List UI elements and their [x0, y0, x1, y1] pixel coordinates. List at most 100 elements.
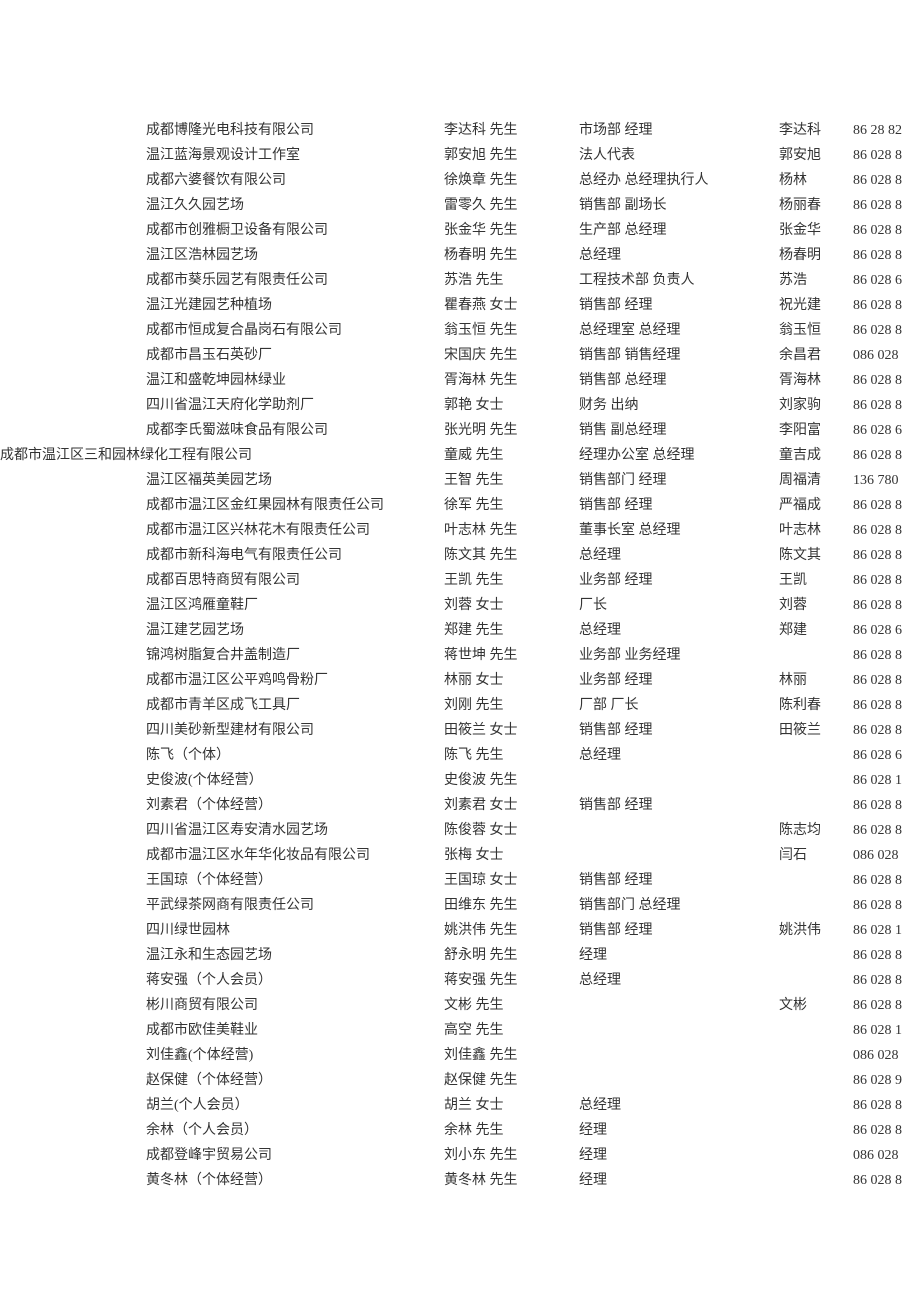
dept-cell: 经理: [579, 1170, 779, 1192]
company-cell: 四川省温江区寿安清水园艺场: [0, 820, 444, 842]
table-row: 成都市温江区兴林花木有限责任公司叶志林 先生董事长室 总经理叶志林86 028 …: [0, 518, 920, 543]
phone-cell: 86 028 8: [853, 195, 920, 217]
phone-cell: 86 028 8: [853, 795, 920, 817]
dept-cell: 销售部 经理: [579, 720, 779, 742]
table-row: 温江光建园艺种植场瞿春燕 女士销售部 经理祝光建86 028 8: [0, 293, 920, 318]
dept-cell: 厂长: [579, 595, 779, 617]
company-cell: 温江永和生态园艺场: [0, 945, 444, 967]
table-row: 彬川商贸有限公司文彬 先生文彬86 028 8: [0, 993, 920, 1018]
phone-cell: 86 028 8: [853, 1095, 920, 1117]
table-row: 成都市昌玉石英砂厂宋国庆 先生销售部 销售经理余昌君086 028: [0, 343, 920, 368]
dept-cell: 总经理: [579, 245, 779, 267]
table-row: 四川美砂新型建材有限公司田筱兰 女士销售部 经理田筱兰86 028 8: [0, 718, 920, 743]
contact-cell: 张梅 女士: [444, 845, 579, 867]
company-cell: 黄冬林（个体经营）: [0, 1170, 444, 1192]
company-cell: 成都市温江区水年华化妆品有限公司: [0, 845, 444, 867]
company-cell: 成都市温江区兴林花木有限责任公司: [0, 520, 444, 542]
dept-cell: 财务 出纳: [579, 395, 779, 417]
leader-cell: 叶志林: [779, 520, 853, 542]
phone-cell: 86 028 1: [853, 1020, 920, 1042]
phone-cell: 86 028 8: [853, 995, 920, 1017]
company-cell: 王国琼（个体经营）: [0, 870, 444, 892]
phone-cell: 86 028 1: [853, 920, 920, 942]
table-row: 王国琼（个体经营）王国琼 女士销售部 经理86 028 8: [0, 868, 920, 893]
company-cell: 成都市欧佳美鞋业: [0, 1020, 444, 1042]
dept-cell: 销售部 经理: [579, 495, 779, 517]
contact-cell: 雷零久 先生: [444, 195, 579, 217]
company-cell: 陈飞（个体）: [0, 745, 444, 767]
contact-cell: 王凯 先生: [444, 570, 579, 592]
company-cell: 刘素君（个体经营）: [0, 795, 444, 817]
phone-cell: 86 028 8: [853, 945, 920, 967]
company-cell: 刘佳鑫(个体经营): [0, 1045, 444, 1067]
table-row: 成都市温江区公平鸡鸣骨粉厂林丽 女士业务部 经理林丽86 028 8: [0, 668, 920, 693]
leader-cell: 祝光建: [779, 295, 853, 317]
table-row: 成都市温江区金红果园林有限责任公司徐军 先生销售部 经理严福成86 028 8: [0, 493, 920, 518]
phone-cell: 86 028 8: [853, 670, 920, 692]
phone-cell: 86 028 8: [853, 295, 920, 317]
contact-cell: 张光明 先生: [444, 420, 579, 442]
phone-cell: 86 028 6: [853, 620, 920, 642]
table-row: 温江久久园艺场雷零久 先生销售部 副场长杨丽春86 028 8: [0, 193, 920, 218]
company-cell: 温江区鸿雁童鞋厂: [0, 595, 444, 617]
table-row: 平武绿茶网商有限责任公司田维东 先生销售部门 总经理86 028 8: [0, 893, 920, 918]
table-row: 锦鸿树脂复合井盖制造厂蒋世坤 先生业务部 业务经理86 028 8: [0, 643, 920, 668]
phone-cell: 86 28 82: [853, 120, 920, 142]
leader-cell: 李阳富: [779, 420, 853, 442]
leader-cell: 姚洪伟: [779, 920, 853, 942]
table-row: 成都李氏蜀滋味食品有限公司张光明 先生销售 副总经理李阳富86 028 6: [0, 418, 920, 443]
phone-cell: 86 028 8: [853, 870, 920, 892]
dept-cell: 经理: [579, 1120, 779, 1142]
dept-cell: 业务部 业务经理: [579, 645, 779, 667]
contact-cell: 高空 先生: [444, 1020, 579, 1042]
phone-cell: 86 028 8: [853, 320, 920, 342]
phone-cell: 86 028 8: [853, 695, 920, 717]
phone-cell: 86 028 8: [853, 895, 920, 917]
company-cell: 成都市葵乐园艺有限责任公司: [0, 270, 444, 292]
phone-cell: 86 028 8: [853, 545, 920, 567]
table-row: 成都市青羊区成飞工具厂刘刚 先生厂部 厂长陈利春86 028 8: [0, 693, 920, 718]
dept-cell: 销售部 经理: [579, 795, 779, 817]
company-cell: 温江建艺园艺场: [0, 620, 444, 642]
phone-cell: 86 028 8: [853, 645, 920, 667]
leader-cell: 胥海林: [779, 370, 853, 392]
contact-cell: 童威 先生: [444, 445, 579, 467]
company-cell: 赵保健（个体经营）: [0, 1070, 444, 1092]
contact-cell: 姚洪伟 先生: [444, 920, 579, 942]
phone-cell: 86 028 8: [853, 395, 920, 417]
leader-cell: 郭安旭: [779, 145, 853, 167]
dept-cell: 经理: [579, 1145, 779, 1167]
table-row: 成都市温江区三和园林绿化工程有限公司童威 先生经理办公室 总经理童吉成86 02…: [0, 443, 920, 468]
table-row: 成都百思特商贸有限公司王凯 先生业务部 经理王凯86 028 8: [0, 568, 920, 593]
table-row: 黄冬林（个体经营）黄冬林 先生经理86 028 8: [0, 1168, 920, 1193]
leader-cell: 陈利春: [779, 695, 853, 717]
table-row: 四川省温江区寿安清水园艺场陈俊蓉 女士陈志均86 028 8: [0, 818, 920, 843]
table-row: 温江区福英美园艺场王智 先生销售部门 经理周福清136 780: [0, 468, 920, 493]
contact-cell: 舒永明 先生: [444, 945, 579, 967]
leader-cell: 文彬: [779, 995, 853, 1017]
dept-cell: 销售部 总经理: [579, 370, 779, 392]
phone-cell: 86 028 6: [853, 420, 920, 442]
table-row: 刘佳鑫(个体经营)刘佳鑫 先生086 028: [0, 1043, 920, 1068]
company-cell: 成都市昌玉石英砂厂: [0, 345, 444, 367]
dept-cell: 厂部 厂长: [579, 695, 779, 717]
dept-cell: 业务部 经理: [579, 570, 779, 592]
leader-cell: 余昌君: [779, 345, 853, 367]
leader-cell: 陈志均: [779, 820, 853, 842]
table-row: 温江和盛乾坤园林绿业胥海林 先生销售部 总经理胥海林86 028 8: [0, 368, 920, 393]
phone-cell: 86 028 8: [853, 595, 920, 617]
phone-cell: 86 028 8: [853, 1120, 920, 1142]
company-cell: 温江光建园艺种植场: [0, 295, 444, 317]
contact-cell: 王国琼 女士: [444, 870, 579, 892]
leader-cell: 王凯: [779, 570, 853, 592]
dept-cell: 经理: [579, 945, 779, 967]
contact-cell: 刘佳鑫 先生: [444, 1045, 579, 1067]
company-cell: 胡兰(个人会员）: [0, 1095, 444, 1117]
contact-cell: 蒋安强 先生: [444, 970, 579, 992]
company-cell: 彬川商贸有限公司: [0, 995, 444, 1017]
table-row: 四川绿世园林姚洪伟 先生销售部 经理姚洪伟86 028 1: [0, 918, 920, 943]
company-cell: 成都市青羊区成飞工具厂: [0, 695, 444, 717]
contact-cell: 宋国庆 先生: [444, 345, 579, 367]
table-body: 成都博隆光电科技有限公司李达科 先生市场部 经理李达科86 28 82温江蓝海景…: [0, 118, 920, 1193]
dept-cell: 总经理室 总经理: [579, 320, 779, 342]
